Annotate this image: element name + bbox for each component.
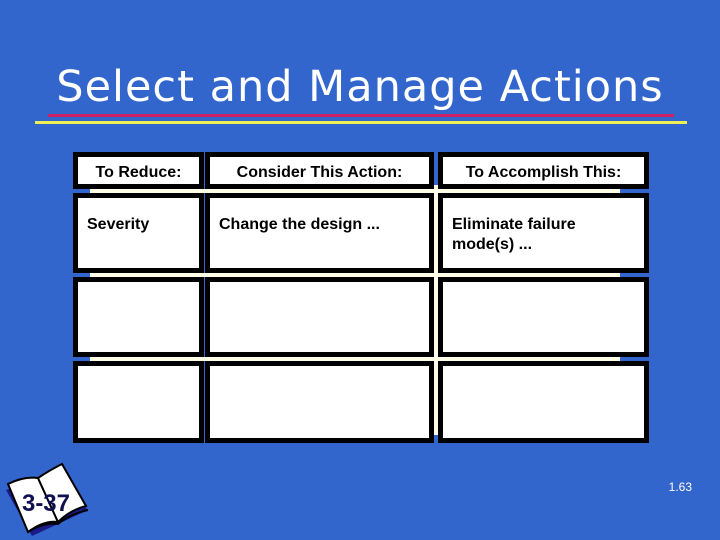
- table-cell: [205, 361, 434, 443]
- table-header-cell: To Accomplish This:: [438, 152, 649, 189]
- table-cell: [73, 277, 204, 357]
- book-icon-label: 3-37: [21, 490, 71, 517]
- cell-text: Severity: [87, 216, 150, 233]
- table-header-cell: To Reduce:: [73, 152, 204, 189]
- title-underline-yellow: [35, 121, 687, 124]
- table-cell: Eliminate failure mode(s) ...: [438, 193, 649, 273]
- table-cell: Change the design ...: [205, 193, 434, 273]
- page-number: 1.63: [668, 480, 692, 494]
- header-consider-action: Consider This Action:: [236, 164, 403, 181]
- table-cell: [438, 277, 649, 357]
- table-cell: [73, 361, 204, 443]
- header-to-reduce: To Reduce:: [95, 164, 182, 181]
- table-header-cell: Consider This Action:: [205, 152, 434, 189]
- table-cell: [438, 361, 649, 443]
- cell-text: Change the design ...: [219, 216, 380, 233]
- header-accomplish: To Accomplish This:: [465, 164, 622, 181]
- slide-title: Select and Manage Actions: [56, 62, 664, 112]
- title-underline-magenta: [48, 114, 674, 117]
- table-cell: [205, 277, 434, 357]
- table-cell: Severity: [73, 193, 204, 273]
- cell-text: Eliminate failure mode(s) ...: [452, 216, 576, 253]
